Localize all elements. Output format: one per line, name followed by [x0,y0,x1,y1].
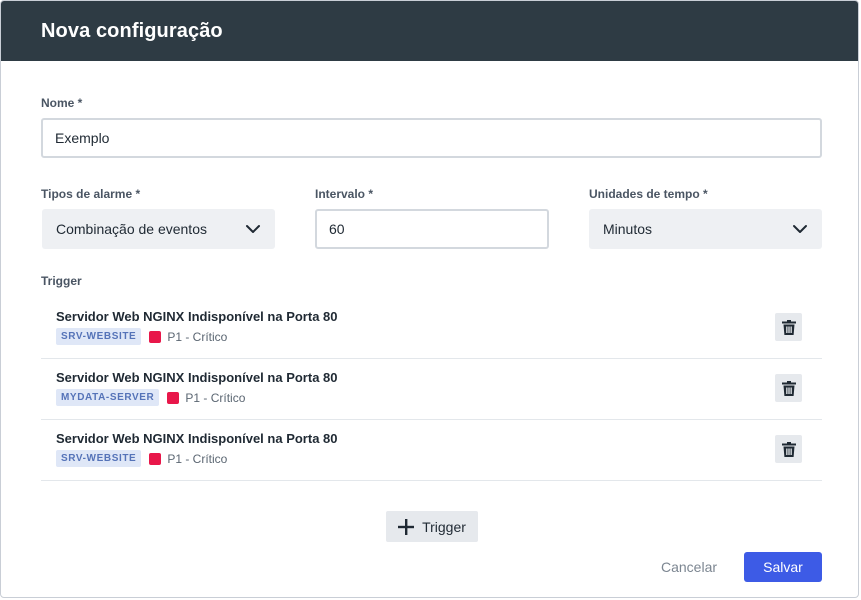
cancel-button[interactable]: Cancelar [649,552,729,582]
trigger-title: Servidor Web NGINX Indisponível na Porta… [56,370,338,385]
severity-label: P1 - Crítico [167,451,228,466]
trash-icon [781,380,796,396]
trigger-row: Servidor Web NGINX Indisponível na Porta… [41,359,822,420]
trigger-section-label: Trigger [41,274,82,288]
severity-indicator [149,330,162,343]
alarm-type-label: Tipos de alarme * [41,187,141,201]
new-config-modal: Nova configuração Nome * Exemplo Tipos d… [0,0,859,598]
name-label: Nome * [41,96,83,110]
delete-trigger-button[interactable] [775,435,802,463]
alarm-type-value: Combinação de eventos [56,221,207,237]
time-unit-select[interactable]: Minutos [589,209,822,249]
add-trigger-label: Trigger [422,518,466,535]
interval-label: Intervalo * [315,187,374,201]
trash-icon [781,441,796,457]
host-tag: MYDATA-SERVER [56,389,160,406]
save-button[interactable]: Salvar [744,552,822,582]
trigger-list: Servidor Web NGINX Indisponível na Porta… [41,298,822,481]
severity-indicator [167,391,180,404]
name-input-value: Exemplo [55,130,110,146]
time-unit-label: Unidades de tempo * [589,187,708,201]
severity-label: P1 - Crítico [185,390,246,405]
trigger-meta: SRV-WEBSITE P1 - Crítico [56,328,227,345]
alarm-type-select[interactable]: Combinação de eventos [42,209,275,249]
delete-trigger-button[interactable] [775,374,802,402]
time-unit-value: Minutos [603,221,653,237]
chevron-down-icon [793,225,807,233]
severity-label: P1 - Crítico [167,329,228,344]
trigger-row: Servidor Web NGINX Indisponível na Porta… [41,298,822,359]
severity-indicator [149,452,162,465]
interval-input[interactable]: 60 [315,209,549,249]
trash-icon [781,319,796,335]
name-input[interactable]: Exemplo [41,118,822,158]
chevron-down-icon [246,225,260,233]
modal-header: Nova configuração [1,1,858,61]
host-tag: SRV-WEBSITE [56,328,142,345]
trigger-title: Servidor Web NGINX Indisponível na Porta… [56,431,338,446]
trigger-row: Servidor Web NGINX Indisponível na Porta… [41,420,822,481]
delete-trigger-button[interactable] [775,313,802,341]
plus-icon [398,518,415,535]
trigger-meta: SRV-WEBSITE P1 - Crítico [56,450,227,467]
trigger-title: Servidor Web NGINX Indisponível na Porta… [56,309,338,324]
host-tag: SRV-WEBSITE [56,450,142,467]
trigger-meta: MYDATA-SERVER P1 - Crítico [56,389,245,406]
add-trigger-button[interactable]: Trigger [386,511,478,542]
modal-title: Nova configuração [41,19,223,42]
interval-input-value: 60 [329,221,345,237]
